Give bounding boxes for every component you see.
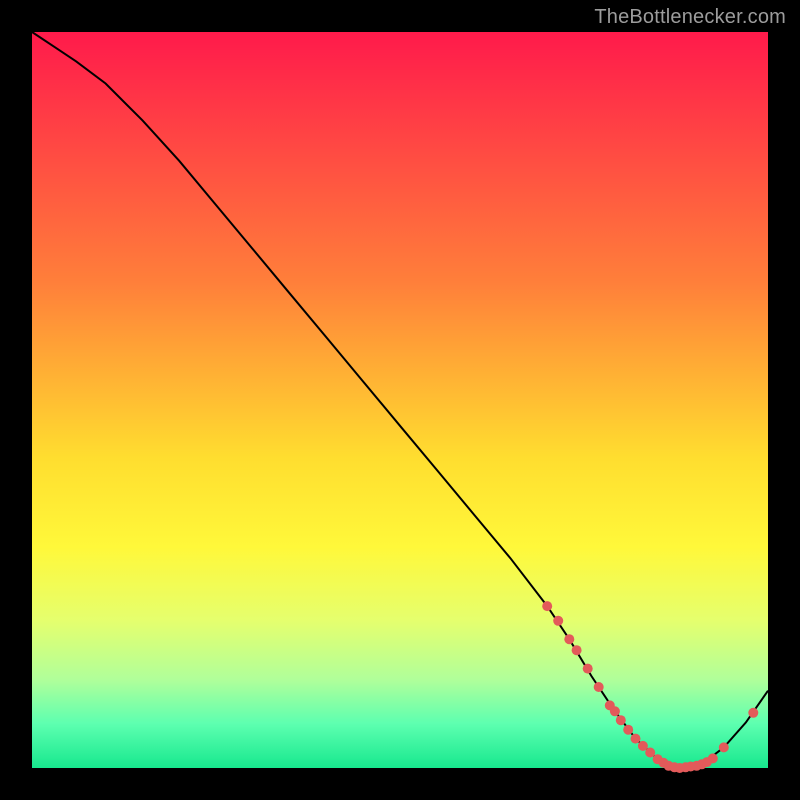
marker-point — [645, 748, 655, 758]
marker-point — [631, 734, 641, 744]
marker-point — [553, 616, 563, 626]
marker-point — [564, 634, 574, 644]
marker-point — [542, 601, 552, 611]
marker-point — [572, 645, 582, 655]
marker-point — [610, 706, 620, 716]
watermark-text: TheBottlenecker.com — [594, 6, 786, 29]
chart-container: TheBottlenecker.com — [0, 0, 800, 800]
marker-point — [616, 715, 626, 725]
marker-point — [594, 682, 604, 692]
chart-svg — [0, 0, 800, 800]
marker-point — [623, 725, 633, 735]
marker-point — [708, 753, 718, 763]
marker-point — [748, 708, 758, 718]
marker-point — [583, 664, 593, 674]
plot-background — [32, 32, 768, 768]
marker-point — [719, 742, 729, 752]
